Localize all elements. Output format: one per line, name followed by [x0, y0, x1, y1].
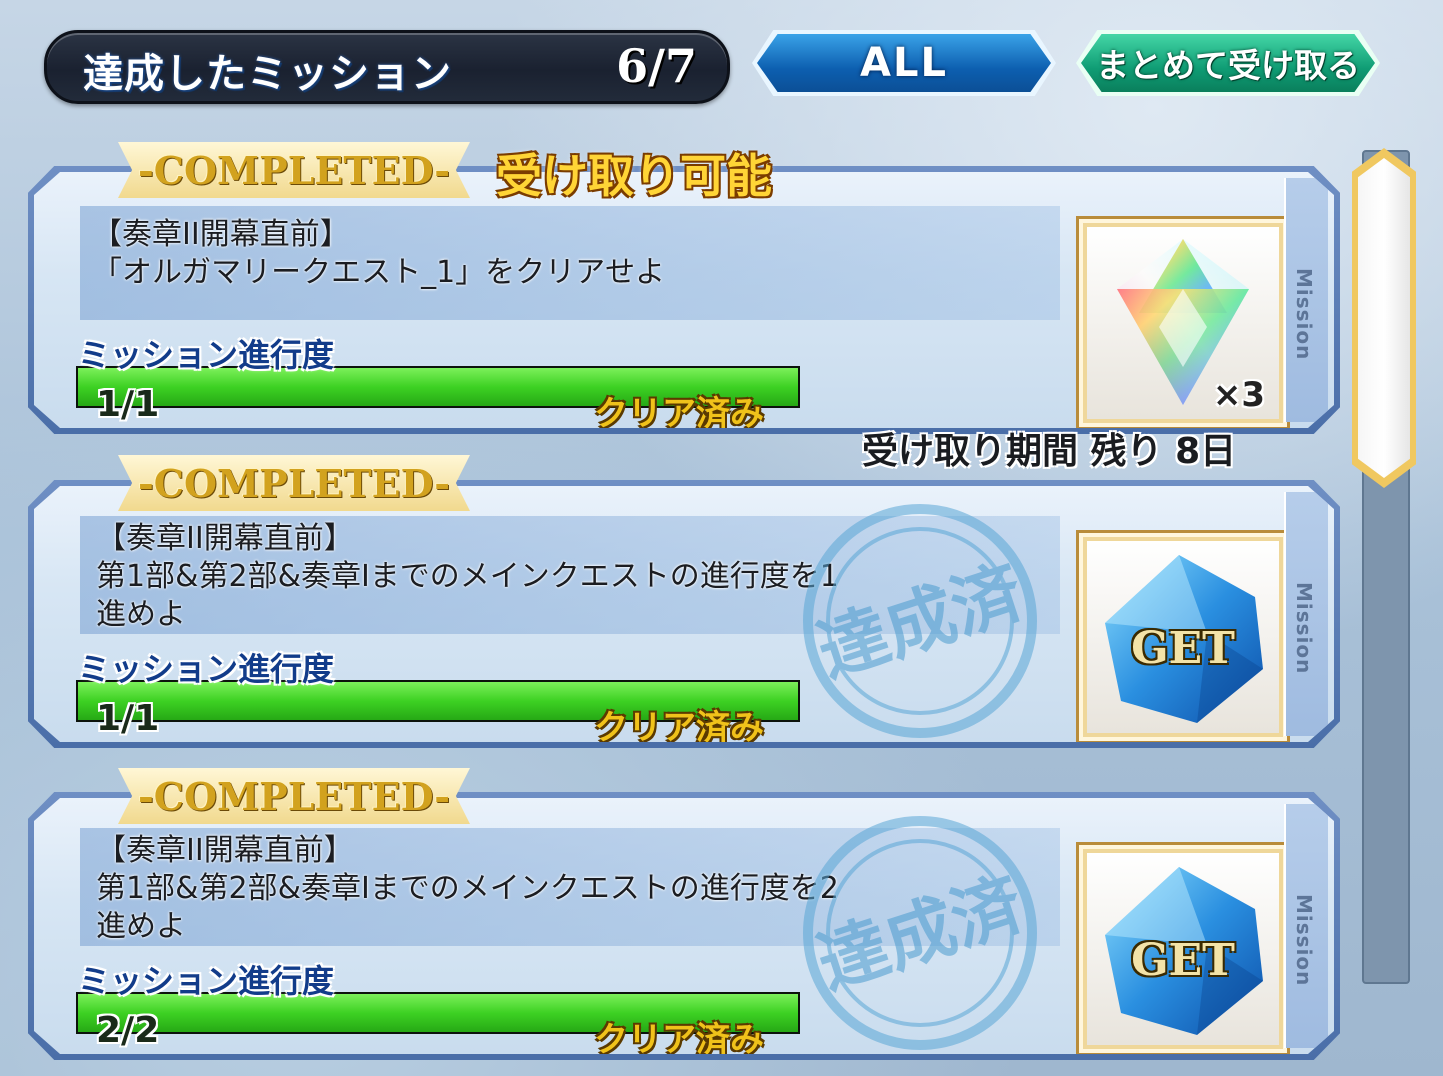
get-label: GET: [1131, 623, 1235, 674]
card-side-strip: Mission: [1284, 804, 1328, 1048]
progress-label: ミッション進行度: [78, 336, 335, 374]
progress-label: ミッション進行度: [78, 962, 335, 1000]
reward-slot[interactable]: GET: [1076, 530, 1290, 742]
reward-background: ×3: [1087, 227, 1279, 419]
mission-count: 6/7: [616, 39, 697, 93]
mission-card[interactable]: 【奏章II開幕直前】 「オルガマリークエスト_1」をクリアせよ ミッション進行度…: [28, 166, 1340, 434]
missions-title-bar: 達成したミッション 6/7: [44, 30, 730, 104]
mission-side-label: Mission: [1292, 268, 1316, 361]
mission-card[interactable]: 【奏章II開幕直前】 第1部&第2部&奏章Iまでのメインクエストの進行度を1 進…: [28, 480, 1340, 748]
mission-description: 【奏章II開幕直前】 第1部&第2部&奏章Iまでのメインクエストの進行度を2 進…: [96, 833, 839, 944]
card-side-strip: Mission: [1284, 178, 1328, 422]
get-label: GET: [1131, 935, 1235, 986]
reward-slot[interactable]: ×3: [1076, 216, 1290, 428]
reward-background: GET: [1087, 853, 1279, 1045]
completed-ribbon: -COMPLETED-: [118, 142, 470, 198]
mission-description: 【奏章II開幕直前】 第1部&第2部&奏章Iまでのメインクエストの進行度を1 進…: [96, 521, 839, 632]
completed-ribbon-text: -COMPLETED-: [137, 147, 451, 193]
receive-deadline: 受け取り期間 残り 8日: [862, 431, 1237, 472]
completed-ribbon: -COMPLETED-: [118, 768, 470, 824]
progress-count: 1/1: [96, 698, 160, 739]
mission-side-label: Mission: [1292, 582, 1316, 675]
mission-card-body: 【奏章II開幕直前】 第1部&第2部&奏章Iまでのメインクエストの進行度を1 進…: [34, 486, 1334, 742]
cleared-label: クリア済み: [594, 708, 764, 748]
mission-side-label: Mission: [1292, 894, 1316, 987]
completed-ribbon-text: -COMPLETED-: [137, 773, 451, 819]
progress-count: 2/2: [96, 1010, 160, 1051]
mission-card-body: 【奏章II開幕直前】 第1部&第2部&奏章Iまでのメインクエストの進行度を2 進…: [34, 798, 1334, 1054]
filter-all-button[interactable]: ALL: [757, 34, 1051, 92]
progress-label: ミッション進行度: [78, 650, 335, 688]
scrollbar-thumb-face[interactable]: [1358, 158, 1410, 478]
completed-ribbon-text: -COMPLETED-: [137, 460, 451, 506]
mission-card-body: 【奏章II開幕直前】 「オルガマリークエスト_1」をクリアせよ ミッション進行度…: [34, 172, 1334, 428]
card-side-strip: Mission: [1284, 492, 1328, 736]
completed-ribbon: -COMPLETED-: [118, 455, 470, 511]
reward-background: GET: [1087, 541, 1279, 733]
receivable-status: 受け取り可能: [496, 149, 772, 203]
mission-card[interactable]: 【奏章II開幕直前】 第1部&第2部&奏章Iまでのメインクエストの進行度を2 進…: [28, 792, 1340, 1060]
page-title: 達成したミッション: [83, 51, 452, 97]
reward-slot[interactable]: GET: [1076, 842, 1290, 1054]
receive-all-button[interactable]: まとめて受け取る: [1081, 34, 1375, 92]
cleared-label: クリア済み: [594, 1020, 764, 1060]
cleared-label: クリア済み: [594, 394, 764, 434]
progress-count: 1/1: [96, 384, 160, 425]
mission-description: 【奏章II開幕直前】 「オルガマリークエスト_1」をクリアせよ: [92, 217, 666, 290]
reward-quantity: ×3: [1212, 375, 1265, 415]
